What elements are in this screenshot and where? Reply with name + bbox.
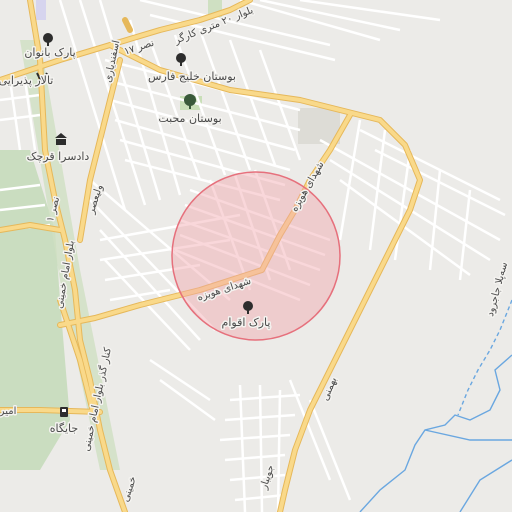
search-radius-circle [171, 171, 341, 341]
jaygah-label: جایگاه [50, 422, 78, 435]
mohebbat-label: بوستان محبت [158, 112, 221, 125]
khalij-fars-label: بوستان خلیج فارس [148, 70, 236, 83]
talar-label: تالار پذیرایی [0, 74, 53, 87]
map-view[interactable]: پارک بانوان تالار پذیرایی بوستان خلیج فا… [0, 0, 512, 512]
amir-label: امیر [0, 406, 16, 417]
fuel-icon [60, 407, 68, 417]
dadsara-label: دادسرا قرچک [27, 150, 90, 163]
park-aghvam-label: پارک اقوام [222, 316, 271, 329]
park-banovan-label: پارک بانوان [24, 46, 75, 59]
